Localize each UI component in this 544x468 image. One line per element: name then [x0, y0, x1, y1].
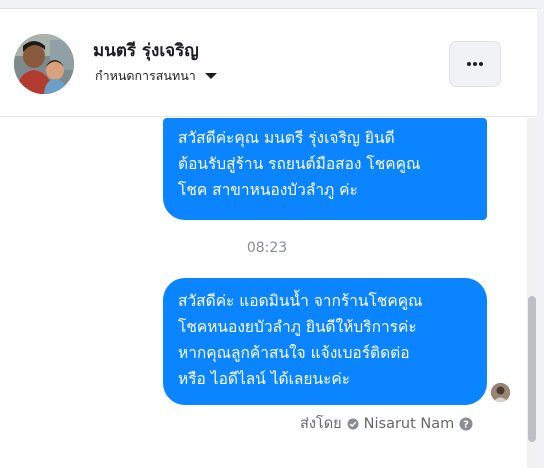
top-bar	[0, 0, 544, 9]
conversation-settings-toggle[interactable]: กำหนดการสนทนา	[95, 66, 218, 86]
contact-name[interactable]: มนตรี รุ่งเจริญ	[93, 37, 199, 64]
message-line: หากคุณลูกค้าสนใจ แจ้งเบอร์ติดต่อ	[178, 344, 410, 362]
avatar-photo	[14, 34, 74, 94]
sent-by-label: ส่งโดย	[300, 416, 342, 432]
message-line: ต้อนรับสู่ร้าน รถยนต์มือสอง โชคคูณ	[178, 155, 421, 173]
message-line: โชคหนองยบัวลำภู ยินดีให้บริการค่ะ	[178, 318, 417, 336]
message-line: สวัสดีค่ะคุณ มนตรี รุ่งเจริญ ยินดี	[178, 129, 395, 147]
more-options-button[interactable]	[449, 41, 501, 87]
more-options-icon	[467, 62, 483, 66]
message-timestamp: 08:23	[246, 240, 288, 256]
message-bubble[interactable]: สวัสดีค่ะ แอดมินน้ำ จากร้านโชคคูณ โชคหนอ…	[163, 278, 487, 405]
seen-avatar-photo	[491, 383, 510, 402]
seen-indicator-avatar	[491, 383, 510, 402]
sent-by-info: ส่งโดย Nisarut Nam ?	[300, 412, 473, 435]
caret-down-icon[interactable]	[204, 71, 218, 81]
conversation-settings-label[interactable]: กำหนดการสนทนา	[95, 66, 196, 86]
contact-avatar[interactable]	[14, 34, 74, 94]
svg-text:?: ?	[463, 419, 469, 430]
conversation-header: มนตรี รุ่งเจริญ กำหนดการสนทนา	[0, 10, 544, 117]
sender-name[interactable]: Nisarut Nam	[364, 416, 455, 432]
scrollbar-thumb[interactable]	[528, 296, 536, 442]
message-line: สวัสดีค่ะ แอดมินน้ำ จากร้านโชคคูณ	[178, 292, 423, 310]
window-edge	[537, 0, 544, 468]
verified-check-icon	[347, 418, 359, 429]
message-bubble[interactable]: สวัสดีค่ะคุณ มนตรี รุ่งเจริญ ยินดี ต้อนร…	[163, 118, 487, 220]
help-icon[interactable]: ?	[459, 417, 473, 431]
message-line: โชค สาขาหนองบัวลำภู ค่ะ	[178, 181, 358, 199]
message-line: หรือ ไอดีไลน์ ได้เลยนะค่ะ	[178, 370, 351, 388]
message-thread[interactable]: สวัสดีค่ะคุณ มนตรี รุ่งเจริญ ยินดี ต้อนร…	[0, 118, 544, 468]
